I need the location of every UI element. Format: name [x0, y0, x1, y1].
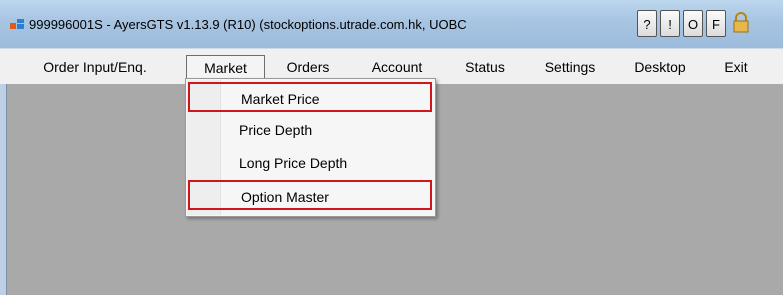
menu-desktop[interactable]: Desktop: [620, 55, 700, 79]
menu-order-input[interactable]: Order Input/Enq.: [30, 55, 160, 79]
menu-item-option-master[interactable]: Option Master: [188, 180, 432, 210]
menu-item-label: Long Price Depth: [239, 155, 348, 171]
menu-exit[interactable]: Exit: [714, 55, 758, 79]
menu-item-label: Option Master: [241, 189, 329, 205]
app-icon: [10, 19, 24, 29]
menu-settings[interactable]: Settings: [530, 55, 610, 79]
window-title: 999996001S - AyersGTS v1.13.9 (R10) (sto…: [29, 17, 467, 32]
market-dropdown-menu: Market Price Price Depth Long Price Dept…: [185, 78, 436, 217]
menu-account[interactable]: Account: [356, 55, 438, 79]
menu-item-label: Market Price: [241, 91, 320, 107]
alert-button[interactable]: !: [660, 10, 680, 37]
menu-item-price-depth[interactable]: Price Depth: [188, 115, 432, 145]
menu-orders[interactable]: Orders: [276, 55, 340, 79]
menu-item-market-price[interactable]: Market Price: [188, 82, 432, 112]
menu-item-long-price-depth[interactable]: Long Price Depth: [188, 148, 432, 178]
title-bar: 999996001S - AyersGTS v1.13.9 (R10) (sto…: [0, 0, 783, 48]
menu-item-label: Price Depth: [239, 122, 313, 138]
menu-market[interactable]: Market: [186, 55, 265, 79]
menu-status[interactable]: Status: [454, 55, 516, 79]
lock-icon[interactable]: [731, 12, 751, 34]
o-button[interactable]: O: [683, 10, 703, 37]
help-button[interactable]: ?: [637, 10, 657, 37]
window-left-border: [0, 84, 7, 295]
f-button[interactable]: F: [706, 10, 726, 37]
